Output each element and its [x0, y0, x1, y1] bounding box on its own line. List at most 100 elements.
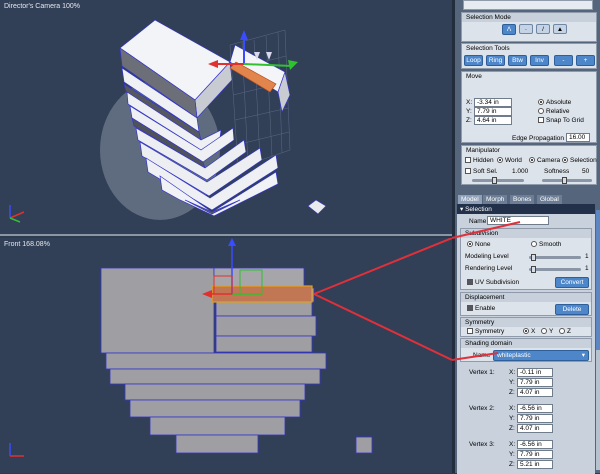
- soft-sel-slider[interactable]: [472, 177, 524, 184]
- chevron-down-icon: ▾: [581, 352, 585, 359]
- between-button[interactable]: Btw: [508, 55, 527, 66]
- properties-panel: Selection Mode Λ · / ▲ Selection Tools L…: [452, 0, 600, 474]
- section-title: Manipulator: [466, 147, 500, 154]
- section-title: Symmetry: [461, 318, 591, 327]
- uv-subdivision-label: UV Subdivision: [475, 279, 520, 286]
- y-label: Y:: [509, 415, 515, 422]
- edge-mode-button[interactable]: ·: [519, 24, 533, 34]
- y-label: Y:: [509, 379, 515, 386]
- vertex1-z-field[interactable]: 4.07 in: [517, 388, 553, 397]
- softness-slider[interactable]: [542, 177, 592, 184]
- object-name-field[interactable]: WHITE: [487, 216, 549, 225]
- selection-header-label: Selection: [465, 206, 492, 213]
- sym-z-radio[interactable]: Z: [559, 328, 571, 335]
- selection-header[interactable]: ▾ Selection: [457, 204, 595, 214]
- axis-indicator: [9, 205, 25, 223]
- delete-button[interactable]: Delete: [555, 304, 589, 315]
- vertex1-y-field[interactable]: 7.79 in: [517, 378, 553, 387]
- sym-y-radio[interactable]: Y: [541, 328, 553, 335]
- sym-z-label: Z: [567, 328, 571, 335]
- move-z-field[interactable]: 4.64 in: [474, 116, 512, 125]
- uv-subdivision-checkbox[interactable]: UV Subdivision: [467, 279, 519, 286]
- grow-button[interactable]: +: [576, 55, 595, 66]
- selection-mode-section: Selection Mode Λ · / ▲: [461, 12, 597, 42]
- scrollbar-thumb[interactable]: [596, 210, 600, 350]
- loop-button[interactable]: Loop: [464, 55, 483, 66]
- snap-checkbox[interactable]: Snap To Grid: [538, 117, 584, 124]
- section-title: Move: [466, 73, 482, 80]
- vertex-label: Vertex 2:: [469, 405, 495, 412]
- soft-sel-label: Soft Sel.: [473, 168, 498, 175]
- perspective-scene: [9, 19, 327, 223]
- callout-line: [313, 293, 452, 361]
- none-label: None: [475, 241, 491, 248]
- enable-checkbox[interactable]: Enable: [467, 305, 495, 312]
- vertex2-y-field[interactable]: 7.79 in: [517, 414, 553, 423]
- selection-radio[interactable]: Selection: [562, 157, 597, 164]
- front-viewport[interactable]: Front 168.08%: [0, 238, 452, 473]
- world-label: World: [505, 157, 522, 164]
- vertex3-y-field[interactable]: 7.79 in: [517, 450, 553, 459]
- convert-button[interactable]: Convert: [555, 277, 589, 288]
- tab-morph[interactable]: Morph: [483, 195, 508, 204]
- selection-tools-section: Selection Tools Loop Ring Btw Inv - +: [461, 43, 597, 69]
- softness-value: 50: [582, 168, 590, 175]
- tab-model[interactable]: Model: [458, 195, 482, 204]
- move-section: Move X: -3.34 in Y: 7.79 in Z: 4.64 in A…: [461, 71, 597, 143]
- soft-sel-checkbox[interactable]: Soft Sel.: [465, 168, 498, 175]
- vertex2-x-field[interactable]: -6.56 in: [517, 404, 553, 413]
- x-label: X:: [509, 441, 516, 448]
- name-label: Name: [469, 218, 487, 225]
- vertex2-z-field[interactable]: 4.07 in: [517, 424, 553, 433]
- front-scene: [9, 238, 452, 457]
- x-label: X:: [509, 405, 516, 412]
- director-camera-viewport[interactable]: Director's Camera 100%: [0, 0, 452, 236]
- invert-button[interactable]: Inv: [530, 55, 549, 66]
- move-x-field[interactable]: -3.34 in: [474, 98, 512, 107]
- rendering-level-slider[interactable]: [529, 266, 581, 273]
- z-label: Z:: [509, 425, 515, 432]
- camera-radio[interactable]: Camera: [529, 157, 560, 164]
- x-label: X:: [509, 369, 516, 376]
- vertex3-x-field[interactable]: -6.56 in: [517, 440, 553, 449]
- modeling-level-slider[interactable]: [529, 254, 581, 261]
- z-label: Z:: [466, 117, 472, 124]
- y-label: Y:: [509, 451, 515, 458]
- symmetry-checkbox[interactable]: Symmetry: [467, 328, 504, 335]
- camera-label: Camera: [537, 157, 561, 164]
- toolbar-icons[interactable]: [463, 0, 593, 10]
- hidden-checkbox[interactable]: Hidden: [465, 157, 494, 164]
- vertex-mode-button[interactable]: Λ: [502, 24, 516, 35]
- move-y-field[interactable]: 7.79 in: [474, 107, 512, 116]
- relative-radio[interactable]: Relative: [538, 108, 569, 115]
- absolute-radio[interactable]: Absolute: [538, 99, 571, 106]
- section-title: Displacement: [461, 293, 591, 302]
- shading-domain-dropdown[interactable]: whiteplastic ▾: [493, 350, 589, 361]
- tab-bones[interactable]: Bones: [510, 195, 535, 204]
- absolute-label: Absolute: [546, 99, 572, 106]
- none-radio[interactable]: None: [467, 241, 491, 248]
- shrink-button[interactable]: -: [554, 55, 573, 66]
- rendering-level-value: 1: [585, 265, 589, 272]
- panel-scrollbar[interactable]: [596, 210, 600, 470]
- tab-global[interactable]: Global: [537, 195, 562, 204]
- ring-button[interactable]: Ring: [486, 55, 505, 66]
- sym-x-radio[interactable]: X: [523, 328, 535, 335]
- symmetry-label: Symmetry: [475, 328, 505, 335]
- vertex3-z-field[interactable]: 5.21 in: [517, 460, 553, 469]
- edge-propagation-field[interactable]: 16.00: [566, 133, 590, 142]
- callout-line: [313, 238, 452, 295]
- object-mode-button[interactable]: ▲: [553, 24, 567, 34]
- smooth-radio[interactable]: Smooth: [531, 241, 561, 248]
- world-radio[interactable]: World: [497, 157, 522, 164]
- z-label: Z:: [509, 389, 515, 396]
- vertex-label: Vertex 1:: [469, 369, 495, 376]
- face-mode-button[interactable]: /: [536, 24, 550, 34]
- vertex1-x-field[interactable]: -0.11 in: [517, 368, 553, 377]
- section-title: Selection Tools: [466, 45, 510, 52]
- hidden-label: Hidden: [473, 157, 494, 164]
- axis-indicator: [9, 443, 24, 457]
- edge-propagation-label: Edge Propagation: [512, 135, 565, 142]
- shading-name-label: Name: [473, 352, 491, 359]
- softness-label: Softness: [544, 168, 570, 175]
